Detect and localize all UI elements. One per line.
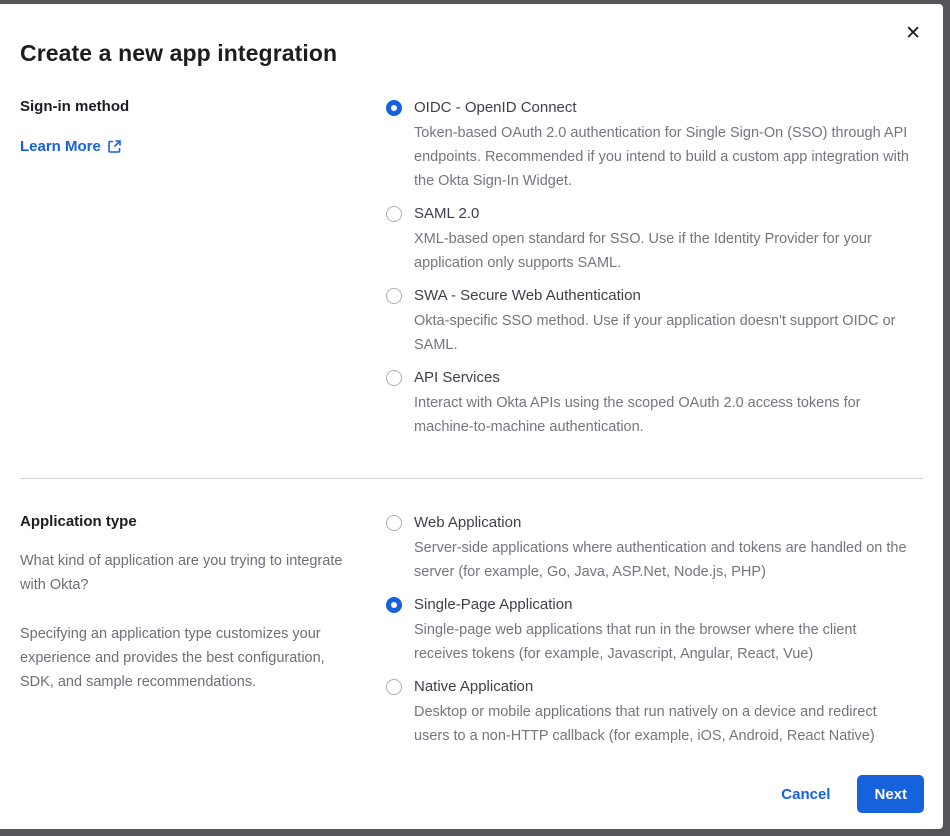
signin-method-section: Sign-in method Learn More bbox=[20, 97, 923, 439]
radio-option-label[interactable]: API Services bbox=[414, 367, 913, 389]
radio-option-single-page-application[interactable]: Single-Page Application Single-page web … bbox=[386, 594, 913, 666]
application-type-label: Application type bbox=[20, 512, 346, 532]
radio-option-description: Okta-specific SSO method. Use if your ap… bbox=[414, 309, 913, 357]
radio-button[interactable] bbox=[386, 515, 402, 531]
page-title: Create a new app integration bbox=[20, 40, 923, 67]
radio-option-label[interactable]: Native Application bbox=[414, 676, 913, 698]
radio-option-saml[interactable]: SAML 2.0 XML-based open standard for SSO… bbox=[386, 203, 913, 275]
radio-button[interactable] bbox=[386, 370, 402, 386]
create-app-integration-dialog: ✕ Create a new app integration Sign-in m… bbox=[0, 4, 943, 829]
radio-option-native-application[interactable]: Native Application Desktop or mobile app… bbox=[386, 676, 913, 748]
radio-option-label[interactable]: SAML 2.0 bbox=[414, 203, 913, 225]
radio-option-web-application[interactable]: Web Application Server-side applications… bbox=[386, 512, 913, 584]
radio-button[interactable] bbox=[386, 288, 402, 304]
dialog-footer: Cancel Next bbox=[781, 775, 924, 813]
radio-option-label[interactable]: Single-Page Application bbox=[414, 594, 913, 616]
radio-button[interactable] bbox=[386, 100, 402, 116]
radio-option-label[interactable]: SWA - Secure Web Authentication bbox=[414, 285, 913, 307]
screen-frame: ✕ Create a new app integration Sign-in m… bbox=[0, 0, 950, 836]
radio-button[interactable] bbox=[386, 206, 402, 222]
radio-button[interactable] bbox=[386, 679, 402, 695]
cancel-button[interactable]: Cancel bbox=[781, 786, 830, 803]
application-type-section: Application type What kind of applicatio… bbox=[20, 512, 923, 748]
radio-option-description: Server-side applications where authentic… bbox=[414, 536, 913, 584]
radio-option-label[interactable]: OIDC - OpenID Connect bbox=[414, 97, 913, 119]
application-type-detail: Specifying an application type customize… bbox=[20, 622, 346, 694]
radio-option-description: XML-based open standard for SSO. Use if … bbox=[414, 227, 913, 275]
radio-option-api-services[interactable]: API Services Interact with Okta APIs usi… bbox=[386, 367, 913, 439]
learn-more-label: Learn More bbox=[20, 138, 101, 155]
radio-option-description: Interact with Okta APIs using the scoped… bbox=[414, 391, 913, 439]
learn-more-link[interactable]: Learn More bbox=[20, 138, 121, 155]
radio-option-description: Single-page web applications that run in… bbox=[414, 618, 913, 666]
close-icon[interactable]: ✕ bbox=[903, 22, 923, 45]
radio-option-description: Desktop or mobile applications that run … bbox=[414, 700, 913, 748]
radio-option-oidc[interactable]: OIDC - OpenID Connect Token-based OAuth … bbox=[386, 97, 913, 193]
next-button[interactable]: Next bbox=[857, 775, 924, 813]
section-divider bbox=[20, 478, 923, 479]
signin-method-label: Sign-in method bbox=[20, 97, 346, 117]
external-link-icon bbox=[108, 140, 121, 153]
radio-option-description: Token-based OAuth 2.0 authentication for… bbox=[414, 121, 913, 193]
radio-option-label[interactable]: Web Application bbox=[414, 512, 913, 534]
radio-button[interactable] bbox=[386, 597, 402, 613]
application-type-intro: What kind of application are you trying … bbox=[20, 549, 346, 597]
radio-option-swa[interactable]: SWA - Secure Web Authentication Okta-spe… bbox=[386, 285, 913, 357]
